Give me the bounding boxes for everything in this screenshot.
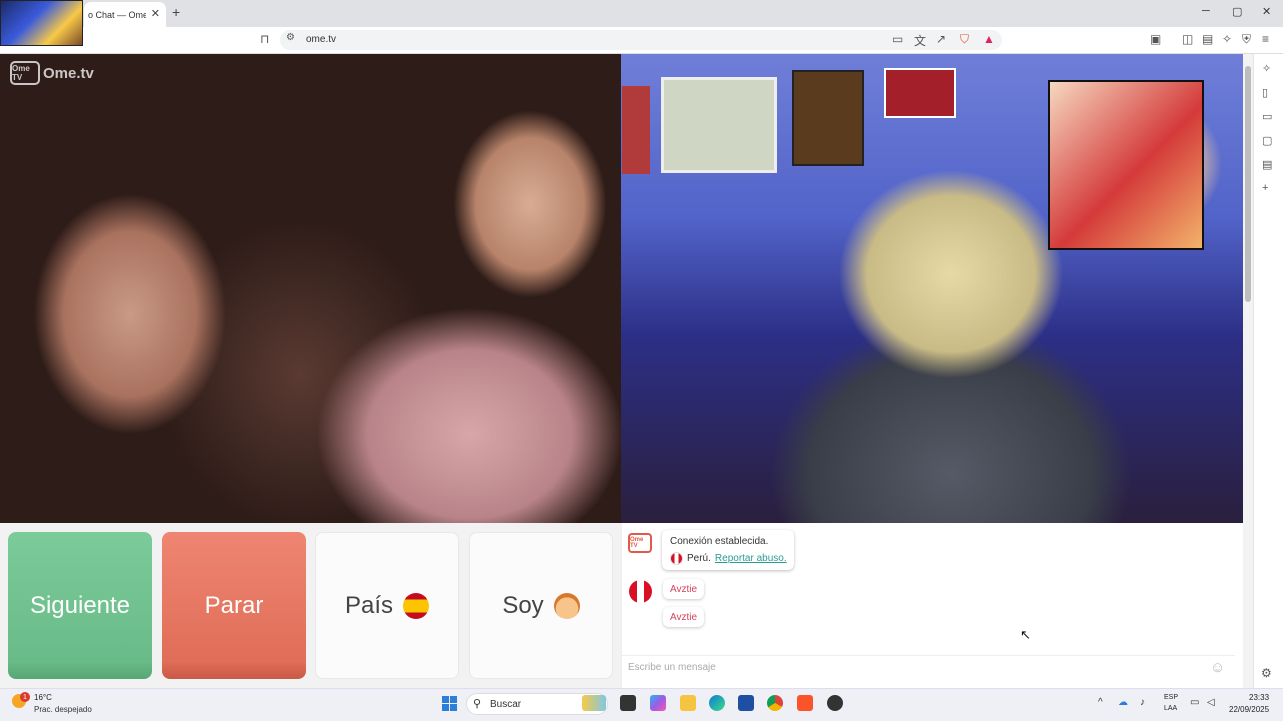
leo-ai-icon[interactable]: ✧	[1222, 32, 1232, 46]
chat-message: Avztie	[663, 579, 705, 599]
boy-icon	[553, 592, 580, 619]
terminal-icon[interactable]	[620, 695, 636, 711]
cast-icon[interactable]: ▭	[892, 32, 903, 46]
stranger-country: Perú.	[687, 553, 711, 564]
stop-button-label: Parar	[204, 591, 264, 619]
network-icon[interactable]: ▭	[1190, 697, 1199, 708]
windows-start-icon[interactable]	[442, 696, 457, 711]
history-icon[interactable]: ▢	[1262, 134, 1272, 147]
ometv-logo: Ome TV Ome.tv	[10, 61, 94, 85]
chrome-icon[interactable]	[767, 695, 783, 711]
wallet-icon[interactable]: ▤	[1202, 32, 1213, 46]
gender-button[interactable]: Soy	[469, 532, 613, 679]
translate-icon[interactable]: 文	[914, 32, 926, 49]
edge-icon[interactable]	[709, 695, 725, 711]
maximize-icon[interactable]: ▢	[1232, 5, 1242, 18]
stranger-country-line: Perú. Reportar abuso.	[670, 552, 787, 565]
scrollbar-thumb[interactable]	[1245, 66, 1251, 302]
clock-date[interactable]: 22/09/2025	[1229, 705, 1269, 714]
browser-side-panel	[1253, 54, 1283, 688]
next-button-label: Siguiente	[29, 591, 131, 619]
chat-divider	[621, 655, 1235, 656]
screenshot-icon[interactable]: ▣	[1150, 32, 1161, 46]
ometv-logo-box: Ome TV	[10, 61, 40, 85]
chevron-up-icon[interactable]: ^	[1098, 697, 1103, 708]
wall-poster	[661, 77, 777, 173]
search-highlight-icon	[582, 695, 606, 711]
language-code[interactable]: ESP	[1164, 694, 1178, 701]
taskbar	[0, 688, 1283, 721]
wall-poster	[622, 86, 650, 174]
message-input[interactable]: Escribe un mensaje	[628, 662, 716, 673]
gender-button-label: Soy	[502, 591, 544, 619]
volume-icon[interactable]: ◁	[1207, 697, 1215, 708]
background-tv	[1048, 80, 1204, 250]
tab-close-icon[interactable]: ✕	[151, 7, 160, 20]
brave-rewards-icon[interactable]: ▲	[983, 32, 995, 46]
mouse-cursor-icon: ↖	[1020, 627, 1031, 642]
temperature: 16°C	[34, 693, 52, 702]
report-abuse-link[interactable]: Reportar abuso.	[715, 553, 787, 564]
chat-message: Avztie	[663, 607, 705, 627]
reading-list-icon[interactable]: ▭	[1262, 110, 1272, 123]
keyboard-layout[interactable]: LAA	[1164, 705, 1177, 712]
bookmarks-icon[interactable]: ▯	[1262, 86, 1268, 99]
brave-icon[interactable]	[797, 695, 813, 711]
country-button-label: País	[344, 591, 394, 619]
search-icon: ⚲	[473, 698, 482, 710]
tab-bar	[0, 0, 1283, 27]
tab-title: o Chat — Omeg	[88, 9, 146, 20]
sidebar-toggle-icon[interactable]: ◫	[1182, 32, 1193, 46]
url-text: ome.tv	[306, 34, 337, 45]
store-icon[interactable]	[738, 695, 754, 711]
peru-flag-icon	[670, 552, 683, 565]
wall-poster	[792, 70, 864, 166]
site-settings-icon[interactable]: ⚙	[286, 32, 295, 43]
microphone-icon[interactable]: ♪	[1140, 697, 1145, 708]
obs-icon[interactable]	[827, 695, 843, 711]
connection-status: Conexión establecida.	[670, 536, 769, 547]
copilot-icon[interactable]	[650, 695, 666, 711]
emoji-icon[interactable]: ☺	[1210, 659, 1225, 676]
country-button[interactable]: País	[315, 532, 459, 679]
playlist-icon[interactable]: ▤	[1262, 158, 1272, 171]
onedrive-icon[interactable]: ☁	[1118, 697, 1128, 708]
taskbar-search-label: Buscar	[490, 699, 522, 710]
stranger-flag-icon	[629, 580, 652, 603]
new-tab-button[interactable]: +	[172, 4, 180, 20]
share-icon[interactable]: ↗	[936, 32, 946, 46]
minimize-icon[interactable]: ─	[1202, 5, 1210, 17]
menu-icon[interactable]: ≡	[1262, 32, 1269, 46]
file-explorer-icon[interactable]	[680, 695, 696, 711]
clock-time[interactable]: 23:33	[1249, 693, 1269, 702]
vpn-icon[interactable]: ⛨	[1242, 32, 1251, 47]
leo-icon[interactable]: ✧	[1262, 62, 1271, 75]
weather-badge: 1	[20, 692, 30, 702]
gear-icon[interactable]: ⚙	[1261, 666, 1272, 680]
next-button[interactable]: Siguiente	[8, 532, 152, 679]
brave-shield-icon[interactable]: ⛉	[960, 32, 969, 47]
close-window-icon[interactable]: ✕	[1262, 5, 1271, 18]
streamer-webcam-thumbnail	[0, 0, 83, 46]
weather-condition: Prac. despejado	[34, 705, 92, 714]
ometv-logo-text: Ome.tv	[43, 64, 94, 82]
bookmark-icon[interactable]: ⊓	[260, 32, 269, 46]
stop-button[interactable]: Parar	[162, 532, 306, 679]
add-panel-icon[interactable]: +	[1262, 182, 1268, 194]
spain-flag-icon	[403, 592, 430, 619]
ometv-chat-logo-icon: Ome TV	[628, 533, 652, 553]
wall-poster	[884, 68, 956, 118]
browser-tab[interactable]: o Chat — Omeg ✕	[84, 2, 166, 27]
stranger-video	[0, 54, 621, 523]
